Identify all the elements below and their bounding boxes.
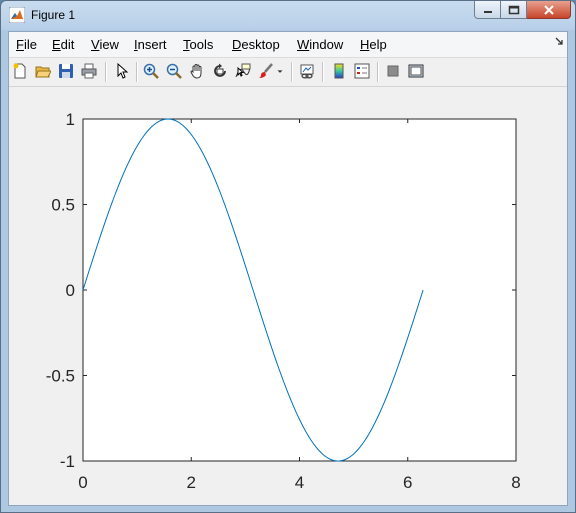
menu-help-label: elp bbox=[369, 37, 387, 52]
figure-window: Figure 1 File Edit View Insert Tools Des… bbox=[0, 0, 576, 513]
figure-client-area: File Edit View Insert Tools Desktop Wind… bbox=[8, 31, 568, 506]
brush-button[interactable] bbox=[257, 62, 275, 80]
rotate-3d-button[interactable] bbox=[211, 62, 229, 80]
show-plot-tools-icon bbox=[408, 64, 424, 78]
zoom-in-icon bbox=[143, 63, 159, 79]
x-tick-label: 0 bbox=[78, 473, 87, 492]
figure-canvas[interactable]: 0 2 4 6 8 -1 -0.5 0 0.5 1 bbox=[9, 87, 567, 505]
x-tick-label: 6 bbox=[403, 473, 412, 492]
new-figure-button[interactable] bbox=[11, 62, 29, 80]
zoom-in-button[interactable] bbox=[142, 62, 160, 80]
title-bar[interactable]: Figure 1 bbox=[1, 1, 575, 31]
menu-insert-label: nsert bbox=[137, 37, 167, 52]
link-plot-button[interactable] bbox=[298, 62, 316, 80]
menu-file-label: ile bbox=[23, 37, 37, 52]
save-figure-icon bbox=[59, 64, 73, 78]
edit-plot-icon bbox=[117, 63, 129, 79]
dock-figure-icon[interactable] bbox=[555, 37, 563, 45]
toolbar-separator bbox=[136, 62, 138, 82]
hide-plot-tools-icon bbox=[387, 65, 399, 77]
maximize-icon bbox=[508, 5, 519, 14]
y-tick-label: -1 bbox=[60, 452, 75, 471]
pan-button[interactable] bbox=[188, 62, 206, 80]
colorbar-button[interactable] bbox=[330, 62, 348, 80]
menu-window-label: indow bbox=[309, 37, 344, 52]
legend-icon bbox=[354, 63, 370, 79]
menu-window-mnemonic: W bbox=[297, 37, 310, 52]
menu-file[interactable]: File bbox=[16, 37, 37, 52]
menu-view[interactable]: View bbox=[91, 37, 119, 52]
figure-toolbar bbox=[9, 58, 567, 87]
matlab-logo-icon bbox=[9, 7, 25, 23]
menu-edit-mnemonic: E bbox=[52, 37, 61, 52]
save-figure-button[interactable] bbox=[57, 62, 75, 80]
legend-button[interactable] bbox=[353, 62, 371, 80]
menu-desktop-label: esktop bbox=[241, 37, 280, 52]
y-tick-label: 0.5 bbox=[51, 196, 75, 215]
menu-tools-label: ools bbox=[189, 37, 214, 52]
axes-background bbox=[82, 118, 517, 462]
x-tick-labels: 0 2 4 6 8 bbox=[78, 473, 520, 492]
open-file-button[interactable] bbox=[34, 62, 52, 80]
new-figure-icon bbox=[13, 63, 26, 79]
caption-buttons bbox=[474, 1, 571, 21]
toolbar-separator bbox=[105, 62, 107, 82]
menu-bar: File Edit View Insert Tools Desktop Wind… bbox=[9, 32, 567, 58]
print-figure-button[interactable] bbox=[80, 62, 98, 80]
close-button[interactable] bbox=[527, 1, 571, 19]
minimize-button[interactable] bbox=[474, 1, 501, 19]
menu-tools[interactable]: Tools bbox=[183, 37, 213, 52]
menu-help-mnemonic: H bbox=[360, 37, 370, 52]
y-tick-label: 0 bbox=[66, 281, 75, 300]
plot-axes[interactable]: 0 2 4 6 8 -1 -0.5 0 0.5 1 bbox=[9, 87, 567, 505]
colorbar-icon bbox=[334, 63, 344, 79]
x-tick-label: 2 bbox=[187, 473, 196, 492]
chevron-down-icon bbox=[277, 70, 283, 73]
minimize-icon bbox=[483, 10, 492, 13]
window-title: Figure 1 bbox=[31, 8, 76, 22]
open-file-icon bbox=[35, 66, 51, 78]
menu-desktop-mnemonic: D bbox=[232, 37, 242, 52]
edit-plot-button[interactable] bbox=[113, 62, 131, 80]
menu-file-mnemonic: F bbox=[16, 37, 24, 52]
toolbar-separator bbox=[291, 62, 293, 82]
link-plot-icon bbox=[300, 64, 314, 79]
maximize-button[interactable] bbox=[501, 1, 527, 19]
menu-insert[interactable]: Insert bbox=[134, 37, 167, 52]
rotate-3d-icon bbox=[214, 63, 226, 77]
y-tick-labels: -1 -0.5 0 0.5 1 bbox=[46, 110, 75, 471]
menu-window[interactable]: Window bbox=[297, 37, 343, 52]
zoom-out-button[interactable] bbox=[165, 62, 183, 80]
toolbar-separator bbox=[322, 62, 324, 82]
y-tick-label: -0.5 bbox=[46, 367, 75, 386]
brush-dropdown-button[interactable] bbox=[275, 62, 285, 80]
pan-icon bbox=[190, 63, 202, 79]
y-tick-label: 1 bbox=[66, 110, 75, 129]
brush-icon bbox=[259, 63, 273, 78]
menu-view-label: iew bbox=[99, 37, 119, 52]
menu-help[interactable]: Help bbox=[360, 37, 387, 52]
close-icon bbox=[543, 4, 554, 15]
hide-plot-tools-button[interactable] bbox=[384, 62, 402, 80]
x-tick-label: 8 bbox=[511, 473, 520, 492]
menu-edit-label: dit bbox=[60, 37, 75, 52]
x-tick-label: 4 bbox=[295, 473, 304, 492]
print-figure-icon bbox=[81, 63, 97, 79]
data-cursor-icon bbox=[235, 63, 251, 78]
data-cursor-button[interactable] bbox=[234, 62, 252, 80]
toolbar-separator bbox=[377, 62, 379, 82]
menu-edit[interactable]: Edit bbox=[52, 37, 74, 52]
zoom-out-icon bbox=[166, 63, 182, 79]
menu-desktop[interactable]: Desktop bbox=[232, 37, 280, 52]
show-plot-tools-button[interactable] bbox=[407, 62, 425, 80]
